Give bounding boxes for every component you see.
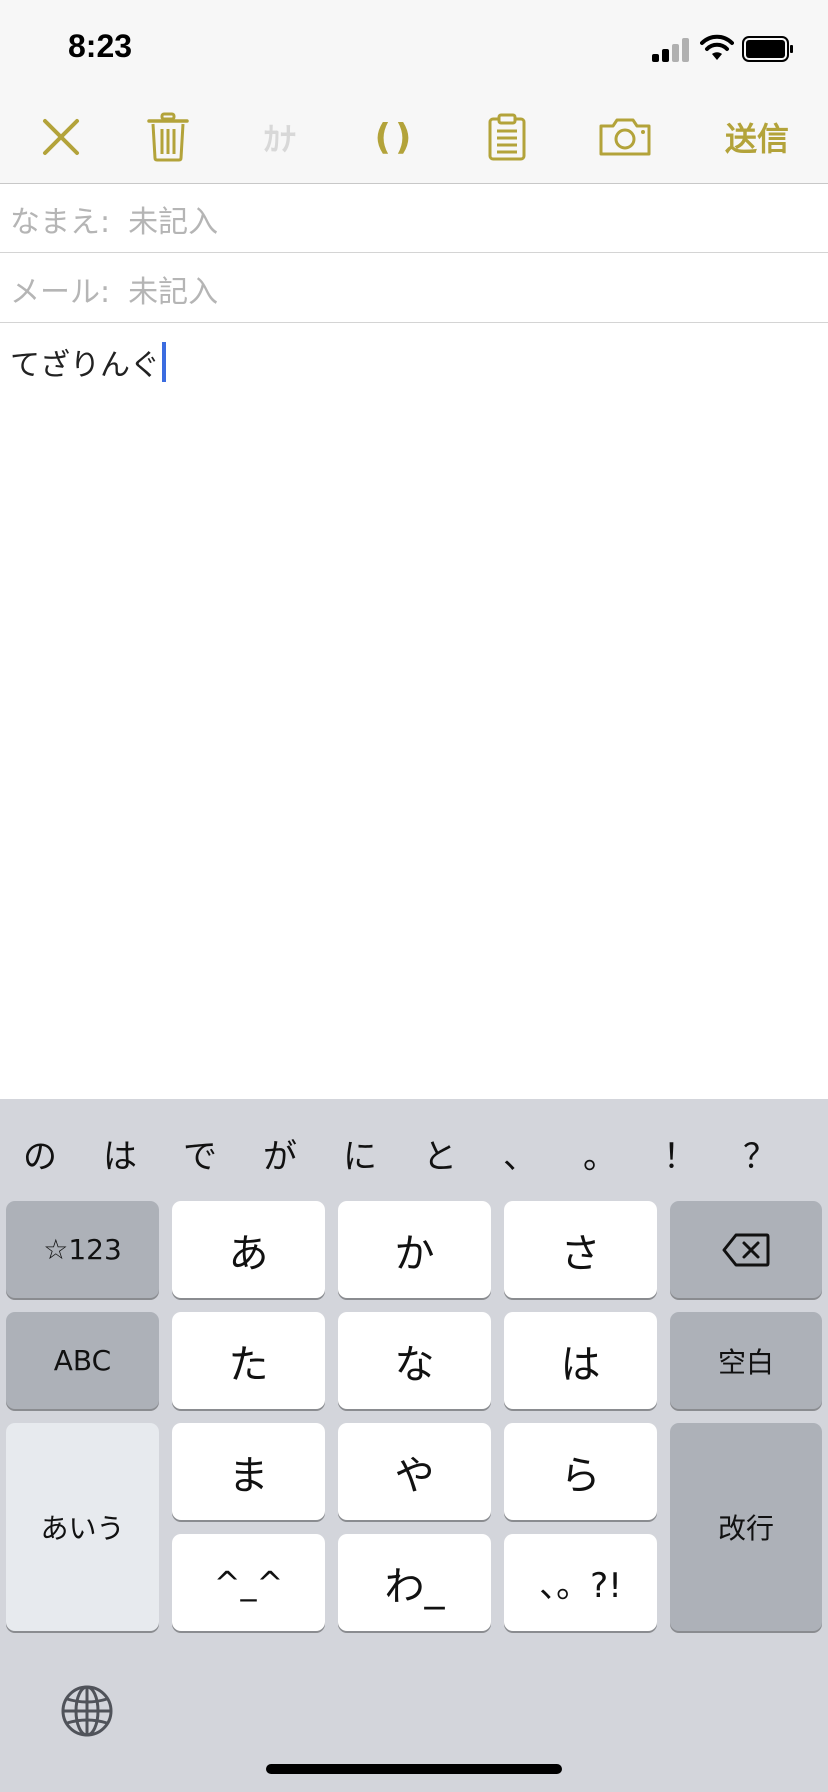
mail-field[interactable]: メール: 未記入 — [0, 254, 828, 323]
candidate-item[interactable]: が — [250, 1129, 310, 1178]
key-ha[interactable]: は — [504, 1312, 657, 1409]
candidate-item[interactable]: で — [170, 1129, 230, 1178]
battery-icon — [742, 36, 793, 62]
mail-label: メール: — [10, 274, 111, 310]
key-ta[interactable]: た — [172, 1312, 325, 1409]
candidate-item[interactable]: に — [330, 1129, 390, 1178]
candidate-bar: の は で が に と 、 。 ！ ？ — [0, 1099, 828, 1199]
close-icon — [43, 119, 79, 155]
screen: 8:23 ｶﾅ () 送信 なまえ: 未記入 メール: 未記入 てざりんぐ の … — [0, 0, 828, 1792]
key-sa[interactable]: さ — [504, 1201, 657, 1298]
camera-icon — [599, 118, 651, 156]
text-cursor — [162, 342, 166, 382]
status-time: 8:23 — [68, 28, 133, 64]
home-indicator[interactable] — [266, 1764, 562, 1774]
message-body-text: てざりんぐ — [10, 348, 160, 383]
delete-button[interactable] — [142, 90, 194, 184]
candidate-item[interactable]: 、 — [490, 1129, 550, 1178]
keyboard: の は で が に と 、 。 ！ ？ ☆123 あ か さ ABC た な は… — [0, 1099, 828, 1792]
katakana-button[interactable]: ｶﾅ — [250, 90, 310, 184]
status-bar: 8:23 — [0, 0, 828, 90]
globe-icon[interactable] — [60, 1684, 114, 1738]
name-placeholder: 未記入 — [128, 204, 219, 240]
candidate-item[interactable]: ？ — [730, 1129, 790, 1178]
parentheses-button[interactable]: () — [365, 90, 425, 184]
wifi-icon — [700, 34, 734, 60]
trash-icon — [147, 112, 189, 162]
name-field[interactable]: なまえ: 未記入 — [0, 184, 828, 253]
toolbar: ｶﾅ () 送信 — [0, 90, 828, 184]
candidate-item[interactable]: と — [410, 1129, 470, 1178]
name-label: なまえ: — [10, 204, 111, 240]
mail-placeholder: 未記入 — [128, 274, 219, 310]
clipboard-icon — [488, 113, 526, 161]
camera-button[interactable] — [598, 90, 652, 184]
key-ra[interactable]: ら — [504, 1423, 657, 1520]
punctuation-key[interactable]: 、。?! — [504, 1534, 657, 1631]
key-ya[interactable]: や — [338, 1423, 491, 1520]
cellular-signal-icon — [652, 38, 690, 62]
return-key[interactable]: 改行 — [670, 1423, 822, 1631]
candidate-item[interactable]: ！ — [650, 1129, 710, 1178]
backspace-icon — [722, 1233, 770, 1266]
paste-button[interactable] — [485, 90, 529, 184]
candidate-item[interactable]: は — [90, 1129, 150, 1178]
kana-mode-key[interactable]: あいう — [6, 1423, 159, 1631]
abc-key[interactable]: ABC — [6, 1312, 159, 1409]
candidate-item[interactable]: 。 — [570, 1129, 630, 1178]
key-ma[interactable]: ま — [172, 1423, 325, 1520]
symbols-key[interactable]: ☆123 — [6, 1201, 159, 1298]
key-ka[interactable]: か — [338, 1201, 491, 1298]
key-a[interactable]: あ — [172, 1201, 325, 1298]
message-body-input[interactable]: てざりんぐ — [10, 340, 166, 384]
key-wa[interactable]: わ_ — [338, 1534, 491, 1631]
emoticon-key[interactable]: ^_^ — [172, 1534, 325, 1631]
backspace-key[interactable] — [670, 1201, 822, 1298]
candidate-item[interactable]: の — [10, 1129, 70, 1178]
key-na[interactable]: な — [338, 1312, 491, 1409]
space-key[interactable]: 空白 — [670, 1312, 822, 1409]
send-button[interactable]: 送信 — [722, 90, 792, 184]
close-button[interactable] — [36, 90, 86, 184]
